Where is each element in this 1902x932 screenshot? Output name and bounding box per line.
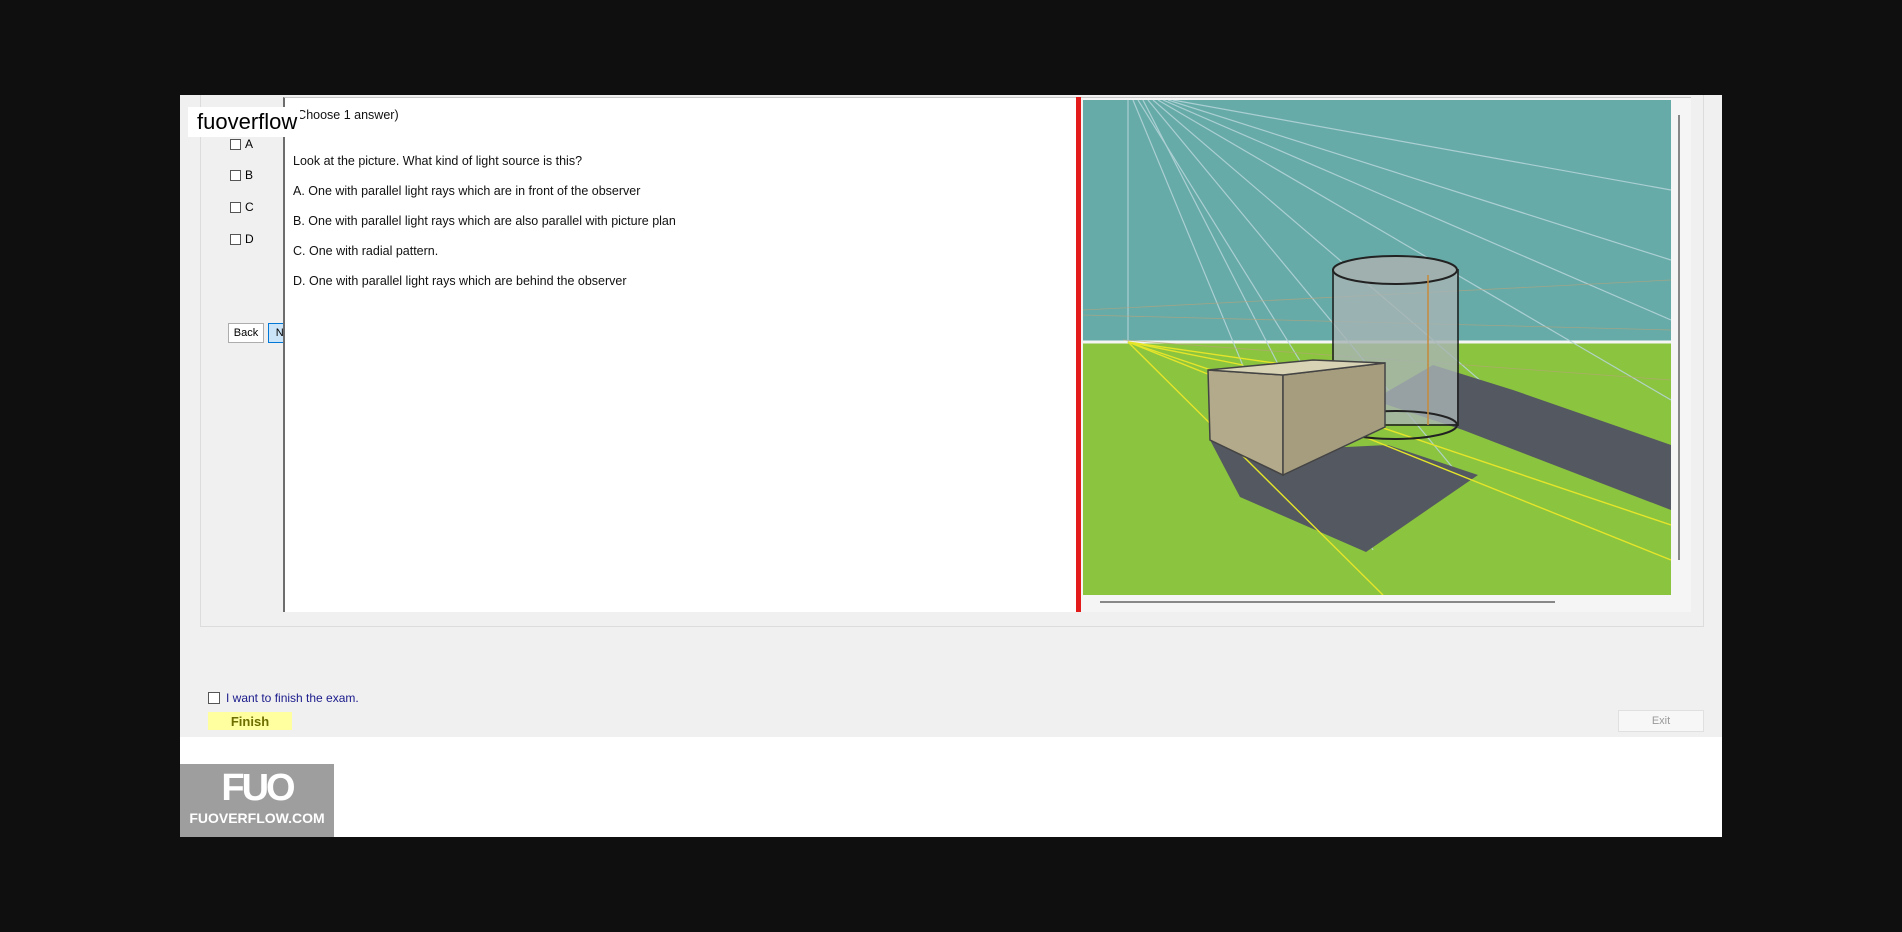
vertical-scrollbar[interactable]: [1678, 115, 1680, 560]
watermark-text: fuoverflow: [188, 107, 300, 137]
back-button[interactable]: Back: [228, 323, 264, 343]
answer-d-checkbox[interactable]: D: [230, 232, 254, 246]
option-d: D. One with parallel light rays which ar…: [293, 274, 627, 288]
answer-c-checkbox[interactable]: C: [230, 200, 254, 214]
finish-confirm-row[interactable]: I want to finish the exam.: [208, 691, 359, 705]
finish-checkbox[interactable]: [208, 692, 220, 704]
checkbox[interactable]: [230, 169, 241, 181]
logo-sub-text: FUOVERFLOW.COM: [189, 810, 325, 826]
checkbox[interactable]: [230, 233, 241, 245]
exit-button[interactable]: Exit: [1618, 710, 1704, 732]
question-pane: (Choose 1 answer) Look at the picture. W…: [283, 97, 1078, 612]
fuoverflow-logo: FUO FUOVERFLOW.COM: [180, 764, 334, 837]
answer-b-checkbox[interactable]: B: [230, 168, 253, 182]
question-header: (Choose 1 answer): [293, 108, 399, 122]
answer-panel: A B C D Back Next: [204, 95, 306, 615]
logo-main-text: FUO: [221, 767, 295, 809]
perspective-illustration: [1083, 100, 1671, 595]
option-c: C. One with radial pattern.: [293, 244, 439, 258]
answer-a-label: A: [245, 137, 254, 151]
answer-c-label: C: [245, 200, 254, 214]
answer-b-label: B: [245, 168, 254, 182]
question-text: Look at the picture. What kind of light …: [293, 154, 583, 168]
finish-button[interactable]: Finish: [208, 712, 292, 730]
option-a: A. One with parallel light rays which ar…: [293, 184, 641, 198]
answer-a-checkbox[interactable]: A: [230, 137, 253, 151]
checkbox[interactable]: [230, 138, 241, 150]
finish-checkbox-label: I want to finish the exam.: [226, 691, 359, 705]
answer-d-label: D: [245, 232, 254, 246]
image-pane: [1081, 97, 1691, 612]
checkbox[interactable]: [230, 201, 241, 213]
exam-window: A B C D Back Next (Choose 1 answer) Look…: [180, 95, 1722, 737]
horizontal-scrollbar[interactable]: [1100, 601, 1555, 603]
option-b: B. One with parallel light rays which ar…: [293, 214, 676, 228]
footer-strip: [180, 737, 1722, 837]
